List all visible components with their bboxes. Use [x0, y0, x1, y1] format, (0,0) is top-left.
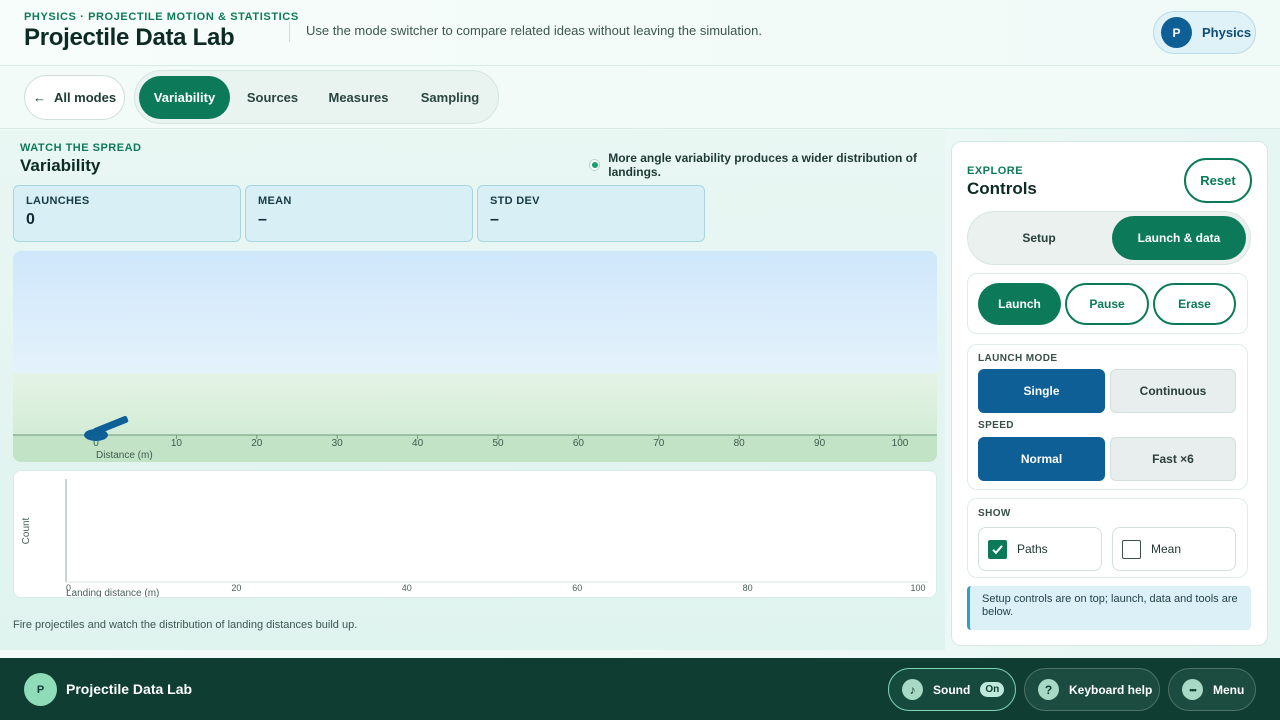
keyboard-help-button[interactable]: ? Keyboard help — [1024, 668, 1160, 711]
launch-field-canvas: 0 10 20 30 40 50 60 70 80 90 100 Distance (m) — [13, 251, 937, 462]
histogram-tick-label: 60 — [572, 583, 582, 593]
distance-tick-label: 30 — [332, 438, 344, 449]
distance-tick-label: 40 — [412, 438, 424, 449]
distance-axis-label: Distance (m) — [96, 450, 153, 461]
distance-tick-label: 70 — [653, 438, 665, 449]
sound-label: Sound — [933, 682, 971, 697]
header-divider — [289, 22, 290, 42]
show-paths-toggle[interactable]: Paths — [978, 527, 1102, 571]
subject-label: Physics — [1202, 25, 1252, 40]
keyboard-help-label: Keyboard help — [1069, 682, 1153, 697]
footer-title: Projectile Data Lab — [66, 681, 193, 697]
distance-tick-label: 90 — [814, 438, 826, 449]
sound-state-badge: On — [980, 682, 1005, 697]
meadow — [13, 373, 937, 435]
histogram-ticks: 0 20 40 60 80 100 — [66, 583, 926, 593]
histogram-tick-label: 40 — [402, 583, 412, 593]
show-label: SHOW — [978, 508, 1011, 519]
distance-tick-label: 10 — [171, 438, 183, 449]
status-dot-icon — [589, 159, 601, 171]
sky — [13, 251, 937, 373]
show-options: SHOW Paths Mean — [967, 498, 1248, 578]
stage-note: More angle variability produces a wider … — [589, 151, 945, 179]
distance-tick-label: 50 — [492, 438, 504, 449]
tab-measures[interactable]: Measures — [315, 76, 402, 119]
stage-caption: Fire projectiles and watch the distribut… — [13, 619, 358, 631]
mode-bar: ← All modes Variability Sources Measures… — [0, 66, 1280, 129]
distance-tick-label: 20 — [251, 438, 263, 449]
simulation-stage: WATCH THE SPREAD Variability More angle … — [0, 130, 945, 650]
show-mean-toggle[interactable]: Mean — [1112, 527, 1236, 571]
stage-note-text: More angle variability produces a wider … — [608, 151, 917, 179]
stat-value: – — [490, 211, 499, 228]
tab-variability[interactable]: Variability — [139, 76, 230, 119]
speed-normal[interactable]: Normal — [978, 437, 1105, 481]
checkbox-checked-icon[interactable] — [988, 539, 1007, 559]
stat-label: LAUNCHES — [26, 195, 90, 207]
histogram-tick-label: 20 — [231, 583, 241, 593]
histogram-canvas: Count 0 20 40 60 80 100 Landing distance (m) — [21, 479, 928, 598]
launch-mode-single[interactable]: Single — [978, 369, 1105, 413]
checkbox-unchecked-icon[interactable] — [1122, 539, 1141, 559]
stage-title: Variability — [20, 156, 101, 175]
speed-label: SPEED — [978, 420, 1014, 431]
pause-button[interactable]: Pause — [1065, 283, 1149, 325]
subject-avatar: P — [1161, 17, 1192, 48]
all-modes-button[interactable]: ← All modes — [24, 75, 125, 120]
app-title: Projectile Data Lab — [24, 24, 235, 51]
stat-mean: MEAN – — [245, 185, 473, 242]
controls-eyebrow: EXPLORE — [967, 165, 1024, 177]
subject-chip[interactable]: P Physics — [1153, 11, 1256, 54]
controls-section-switch: Setup Launch & data — [967, 211, 1251, 265]
show-paths-label: Paths — [1017, 542, 1048, 556]
controls-info-note: Setup controls are on top; launch, data … — [967, 586, 1251, 630]
launch-settings: LAUNCH MODE Single Continuous SPEED Norm… — [967, 344, 1248, 490]
tab-sources[interactable]: Sources — [234, 76, 311, 119]
more-icon: ••• — [1182, 679, 1203, 700]
histogram-x-label: Landing distance (m) — [66, 588, 159, 598]
app-header: PHYSICS · PROJECTILE MOTION & STATISTICS… — [0, 0, 1280, 66]
distance-tick-label: 100 — [892, 438, 909, 449]
stat-std-dev: STD DEV – — [477, 185, 705, 242]
show-mean-label: Mean — [1151, 542, 1182, 556]
app-eyebrow: PHYSICS · PROJECTILE MOTION & STATISTICS — [24, 11, 299, 23]
erase-button[interactable]: Erase — [1153, 283, 1236, 325]
stage-eyebrow: WATCH THE SPREAD — [20, 142, 142, 154]
controls-panel: EXPLORE Controls Reset Setup Launch & da… — [951, 141, 1268, 646]
launch-button[interactable]: Launch — [978, 283, 1061, 325]
reset-button[interactable]: Reset — [1184, 158, 1252, 203]
segment-setup[interactable]: Setup — [972, 216, 1106, 260]
app-footer: P Projectile Data Lab ♪ Sound On ? Keybo… — [0, 658, 1280, 720]
stat-value: – — [258, 211, 267, 228]
help-icon: ? — [1038, 679, 1059, 700]
launch-mode-continuous[interactable]: Continuous — [1110, 369, 1236, 413]
launch-actions: Launch Pause Erase — [967, 273, 1248, 334]
speed-fast[interactable]: Fast ×6 — [1110, 437, 1236, 481]
distance-tick-label: 80 — [734, 438, 746, 449]
histogram-tick-label: 100 — [910, 583, 925, 593]
histogram-y-label: Count — [21, 517, 32, 544]
controls-title: Controls — [967, 179, 1037, 198]
menu-label: Menu — [1213, 682, 1245, 697]
header-hint: Use the mode switcher to compare related… — [306, 23, 762, 38]
stat-launches: LAUNCHES 0 — [13, 185, 241, 242]
landing-histogram: Count 0 20 40 60 80 100 Landing distance (m) — [13, 470, 937, 598]
sound-toggle[interactable]: ♪ Sound On — [888, 668, 1016, 711]
distance-tick-label: 60 — [573, 438, 585, 449]
mode-tabs: Variability Sources Measures Sampling — [134, 70, 499, 124]
histogram-tick-label: 80 — [743, 583, 753, 593]
all-modes-label: All modes — [53, 90, 117, 105]
tab-sampling[interactable]: Sampling — [406, 76, 494, 119]
stat-value: 0 — [26, 211, 35, 228]
stat-label: STD DEV — [490, 195, 540, 207]
arrow-left-icon: ← — [32, 90, 46, 105]
music-note-icon: ♪ — [902, 679, 923, 700]
menu-button[interactable]: ••• Menu — [1168, 668, 1256, 711]
stat-label: MEAN — [258, 195, 292, 207]
launch-field[interactable]: 0 10 20 30 40 50 60 70 80 90 100 Distance (m) — [13, 251, 937, 462]
launch-mode-label: LAUNCH MODE — [978, 353, 1058, 364]
segment-launch-data[interactable]: Launch & data — [1112, 216, 1246, 260]
app-logo: P — [24, 673, 57, 706]
